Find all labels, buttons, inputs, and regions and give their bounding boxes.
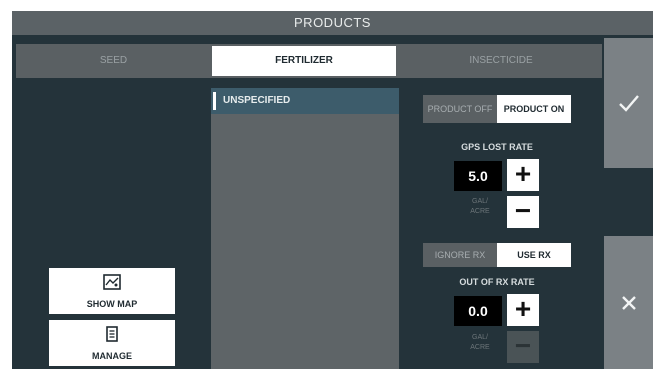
manage-label: MANAGE	[92, 351, 132, 361]
gps-lost-rate-label: GPS LOST RATE	[461, 142, 533, 152]
rx-rate-unit-2: ACRE	[470, 344, 490, 351]
ignore-rx-option[interactable]: IGNORE RX	[423, 243, 497, 267]
tab-insecticide[interactable]: INSECTICIDE	[400, 44, 602, 78]
out-of-rx-rate-value[interactable]: 0.0	[454, 296, 502, 326]
check-icon	[618, 95, 639, 112]
tab-fertilizer[interactable]: FERTILIZER	[212, 46, 396, 76]
rx-rate-unit-1: GAL/	[472, 334, 488, 341]
product-list[interactable]: UNSPECIFIED	[211, 88, 399, 369]
product-type-tabs: SEED FERTILIZER INSECTICIDE	[16, 44, 602, 78]
rx-rate-increase-button[interactable]: +	[507, 294, 539, 326]
out-of-rx-rate-label: OUT OF RX RATE	[459, 277, 535, 287]
show-map-label: SHOW MAP	[86, 299, 138, 309]
window-title: PRODUCTS	[12, 11, 653, 35]
gps-rate-decrease-button[interactable]: −	[507, 196, 539, 228]
cancel-button[interactable]	[604, 236, 653, 369]
selection-marker	[213, 92, 216, 110]
product-on-option[interactable]: PRODUCT ON	[497, 95, 571, 123]
document-icon	[106, 326, 118, 342]
list-item-label: UNSPECIFIED	[223, 95, 291, 106]
use-rx-option[interactable]: USE RX	[497, 243, 571, 267]
tab-seed[interactable]: SEED	[16, 44, 211, 78]
gps-lost-rate-value[interactable]: 5.0	[454, 161, 502, 191]
manage-button[interactable]: MANAGE	[49, 320, 175, 366]
products-window: PRODUCTS SEED FERTILIZER INSECTICIDE UNS…	[12, 11, 653, 369]
close-icon	[621, 295, 636, 310]
product-toggle[interactable]: PRODUCT OFF PRODUCT ON	[423, 95, 571, 123]
gps-rate-increase-button[interactable]: +	[507, 159, 539, 191]
list-item-selected[interactable]: UNSPECIFIED	[211, 88, 399, 114]
confirm-button[interactable]	[604, 38, 653, 168]
map-icon	[103, 274, 121, 290]
rx-rate-decrease-button[interactable]: −	[507, 331, 539, 363]
show-map-button[interactable]: SHOW MAP	[49, 268, 175, 314]
gps-rate-unit-1: GAL/	[472, 198, 488, 205]
product-off-option[interactable]: PRODUCT OFF	[423, 95, 497, 123]
gps-rate-unit-2: ACRE	[470, 208, 490, 215]
rx-toggle[interactable]: IGNORE RX USE RX	[423, 243, 571, 267]
